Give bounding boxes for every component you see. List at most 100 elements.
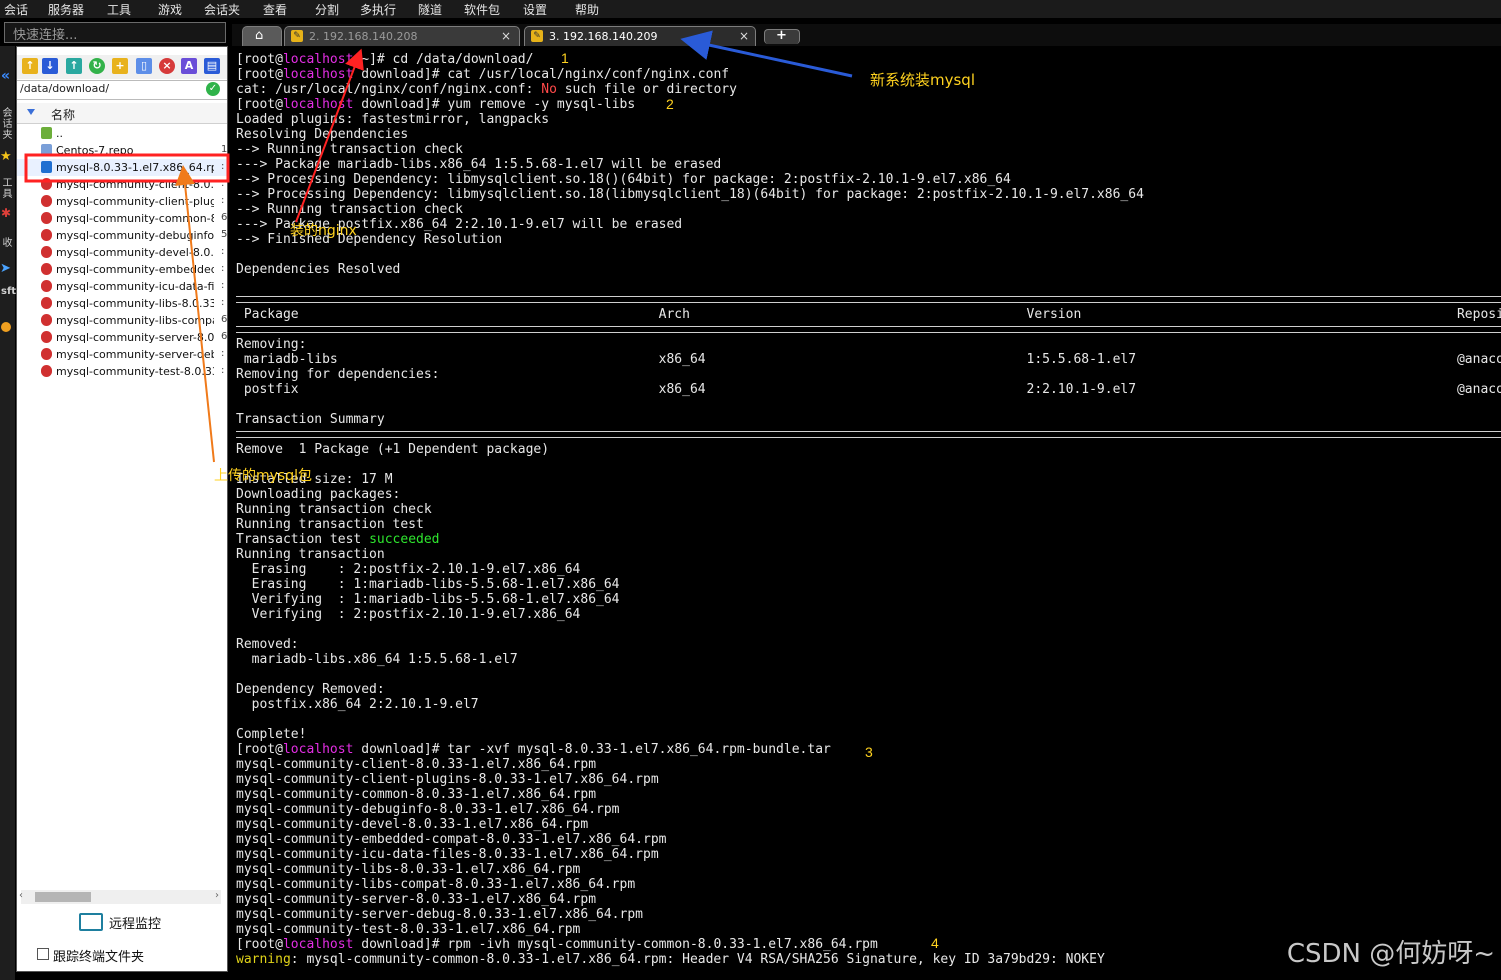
- column-header[interactable]: 名称: [17, 103, 227, 124]
- follow-terminal-row[interactable]: 跟踪终端文件夹: [17, 943, 227, 965]
- menu-item-server[interactable]: 服务器: [48, 1, 84, 18]
- send-icon[interactable]: ➤: [0, 261, 11, 276]
- download-icon[interactable]: ↓: [42, 58, 58, 74]
- terminal-text: --> Running transaction check: [236, 202, 463, 217]
- terminal-line: Loaded plugins: fastestmirror, langpacks: [236, 112, 549, 127]
- terminal-line: [root@localhost ~]# cd /data/download/: [236, 52, 533, 67]
- menu-item-tunnel[interactable]: 隧道: [418, 1, 442, 18]
- file-row[interactable]: rpm-icon mysql-community-libs-compat... 6: [17, 312, 227, 329]
- file-row[interactable]: rpm-icon mysql-community-client-plugin...…: [17, 193, 227, 210]
- upload-icon[interactable]: ↑: [66, 58, 82, 74]
- terminal-text: Running transaction test: [236, 517, 424, 532]
- scroll-right-icon[interactable]: ›: [215, 890, 219, 901]
- side-tab-sessions[interactable]: 会话夹: [1, 108, 14, 141]
- terminal-text: download]# tar -xvf mysql-8.0.33-1.el7.x…: [353, 742, 831, 757]
- menu-item-split[interactable]: 分割: [315, 1, 339, 18]
- terminal-line: --> Processing Dependency: libmysqlclien…: [236, 187, 1144, 202]
- side-tab-favorites[interactable]: 收: [1, 238, 14, 249]
- terminal-text: Transaction Summary: [236, 412, 385, 427]
- new-file-icon[interactable]: ▯: [136, 58, 152, 74]
- terminal-text: Erasing : 2:postfix-2.10.1-9.el7.x86_64: [236, 562, 581, 577]
- delete-icon[interactable]: ×: [159, 58, 175, 74]
- file-row[interactable]: rpm-icon mysql-community-server-8.0... 6: [17, 329, 227, 346]
- horizontal-scrollbar[interactable]: ‹ ›: [19, 890, 221, 904]
- file-row[interactable]: rpm-icon mysql-community-debuginfo-8... 5: [17, 227, 227, 244]
- file-row[interactable]: rpm-icon mysql-community-libs-8.0.33...:: [17, 295, 227, 312]
- file-size-mark: 6: [221, 314, 228, 325]
- sftp-icon[interactable]: [1, 322, 11, 332]
- terminal-line: mariadb-libs x86_64 1:5.5.68-1.el7 @anac…: [236, 352, 1501, 367]
- terminal-text: Removed:: [236, 637, 299, 652]
- file-row[interactable]: rpm-icon mysql-community-client-8.0.3...:: [17, 176, 227, 193]
- tab-session-2[interactable]: ✎ 2. 192.168.140.208 ×: [284, 26, 520, 47]
- terminal-text: Running transaction: [236, 547, 385, 562]
- tab-home[interactable]: ⌂: [242, 26, 282, 47]
- terminal-text: Transaction test: [236, 532, 370, 547]
- follow-terminal-label: 跟踪终端文件夹: [53, 950, 145, 965]
- folder-up-icon[interactable]: ↑: [22, 58, 38, 74]
- terminal-line: ---> Package mariadb-libs.x86_64 1:5.5.6…: [236, 157, 721, 172]
- file-row[interactable]: rpm-icon mysql-community-devel-8.0.3...:: [17, 244, 227, 261]
- rename-icon[interactable]: A: [181, 58, 197, 74]
- star-icon[interactable]: ★: [0, 149, 12, 164]
- tab-session-3[interactable]: ✎ 3. 192.168.140.209 ×: [524, 26, 756, 47]
- file-row[interactable]: archive-icon mysql-8.0.33-1.el7.x86_64.rp…: [17, 159, 227, 176]
- rpm-icon: rpm-icon: [41, 212, 52, 224]
- menu-item-games[interactable]: 游戏: [158, 1, 182, 18]
- side-tab-tools[interactable]: 工具: [1, 178, 14, 200]
- terminal-text: [root@: [236, 937, 283, 952]
- file-size-mark: :: [221, 365, 225, 376]
- follow-terminal-checkbox[interactable]: [37, 948, 49, 960]
- tools-icon[interactable]: ✱: [1, 206, 11, 220]
- view-mode-icon[interactable]: ▤: [204, 58, 220, 74]
- quick-connect-placeholder: 快速连接...: [13, 28, 78, 43]
- file-row[interactable]: rpm-icon mysql-community-test-8.0.33-...:: [17, 363, 227, 380]
- menu-item-settings[interactable]: 设置: [523, 1, 547, 18]
- menu-item-help[interactable]: 帮助: [575, 1, 599, 18]
- file-row[interactable]: rpm-icon mysql-community-server-debu...:: [17, 346, 227, 363]
- file-size-mark: :: [221, 161, 225, 172]
- menu-item-session[interactable]: 会话: [4, 1, 28, 18]
- terminal-line: mysql-community-common-8.0.33-1.el7.x86_…: [236, 787, 596, 802]
- tab-title: 2. 192.168.140.208: [309, 30, 418, 43]
- scrollbar-thumb[interactable]: [35, 892, 91, 902]
- sort-arrow-icon: [27, 109, 35, 115]
- file-size-mark: :: [221, 280, 225, 291]
- annotation-new-system: 新系统装mysql: [870, 71, 975, 89]
- menu-item-packages[interactable]: 软件包: [464, 1, 500, 18]
- file-name: mysql-community-common-8.0...: [56, 212, 214, 225]
- terminal-text: ---> Package mariadb-libs.x86_64 1:5.5.6…: [236, 157, 722, 172]
- close-icon[interactable]: ×: [501, 29, 511, 43]
- path-bar[interactable]: /data/download/ ✓: [17, 80, 227, 100]
- terminal-text: Complete!: [236, 727, 307, 742]
- menu-item-view[interactable]: 查看: [263, 1, 287, 18]
- terminal[interactable]: [root@localhost ~]# cd /data/download/ [r…: [232, 46, 1501, 980]
- tab-new[interactable]: +: [764, 28, 800, 44]
- file-name: mysql-community-client-plugin...: [56, 195, 214, 208]
- refresh-icon[interactable]: ↻: [89, 58, 105, 74]
- scroll-left-icon[interactable]: ‹: [19, 890, 23, 901]
- terminal-line: mysql-community-server-debug-8.0.33-1.el…: [236, 907, 643, 922]
- terminal-line: --> Running transaction check: [236, 142, 463, 157]
- new-folder-icon[interactable]: +: [112, 58, 128, 74]
- quick-connect-input[interactable]: 快速连接...: [4, 22, 226, 43]
- collapse-icon[interactable]: «: [1, 68, 10, 84]
- menu-item-session-folder[interactable]: 会话夹: [204, 1, 240, 18]
- side-strip: « 会话夹 ★ 工具 ✱ 收 ➤ sftp: [0, 46, 23, 980]
- terminal-text: such file or directory: [556, 82, 737, 97]
- terminal-text: download]# cat /usr/local/nginx/conf/ngi…: [353, 67, 730, 82]
- close-icon[interactable]: ×: [739, 29, 749, 43]
- side-tab-sftp[interactable]: sftp: [1, 286, 23, 297]
- menu-item-tools[interactable]: 工具: [107, 1, 131, 18]
- key-icon: ✎: [531, 30, 543, 42]
- remote-monitor-button[interactable]: 远程监控: [17, 909, 227, 937]
- file-row[interactable]: rpm-icon mysql-community-icu-data-fil...:: [17, 278, 227, 295]
- file-row[interactable]: file-icon Centos-7.repo 1: [17, 142, 227, 159]
- annotation-step-2: 2: [666, 96, 674, 112]
- file-row[interactable]: parent-folder-icon..: [17, 125, 227, 142]
- file-row[interactable]: rpm-icon mysql-community-embedded-c...:: [17, 261, 227, 278]
- terminal-separator: [236, 431, 1501, 438]
- menu-item-multi-exec[interactable]: 多执行: [360, 1, 396, 18]
- file-row[interactable]: rpm-icon mysql-community-common-8.0... 6: [17, 210, 227, 227]
- go-path-icon[interactable]: ✓: [206, 82, 220, 96]
